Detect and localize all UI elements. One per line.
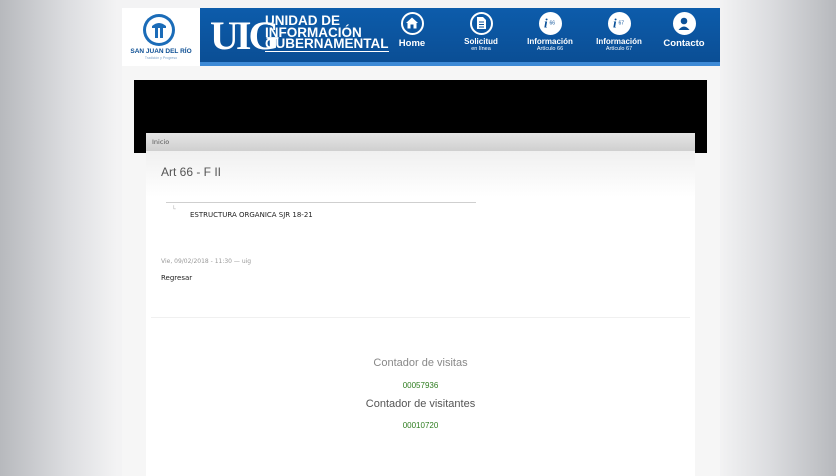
svg-text:i: i — [544, 16, 548, 31]
municipality-logo[interactable]: SAN JUAN DEL RÍO Tradición y Progreso — [122, 8, 200, 66]
document-icon — [469, 12, 493, 35]
content-card: Inicio Art 66 - F II └ ESTRUCTURA ORGANI… — [146, 133, 695, 476]
breadcrumb: Inicio — [146, 133, 695, 151]
info-67-icon: i 67 — [607, 12, 631, 35]
visits-counter-value: 00057936 — [402, 381, 439, 390]
nav-solicitud-label: Solicitud — [464, 37, 498, 46]
info-66-icon: i 66 — [538, 12, 562, 35]
nav-home[interactable]: Home — [381, 12, 443, 64]
nav-info-67-label: Información — [596, 37, 642, 46]
nav-solicitud-sub: en línea — [471, 46, 491, 52]
page-container: SAN JUAN DEL RÍO Tradición y Progreso UI… — [122, 8, 720, 476]
svg-text:i: i — [613, 16, 617, 31]
nav-info-66-sub: Artículo 66 — [536, 46, 564, 52]
back-link[interactable]: Regresar — [161, 274, 192, 282]
visitors-counter-value: 00010720 — [402, 421, 439, 430]
section-divider — [151, 317, 690, 318]
page-title: Art 66 - F II — [161, 165, 222, 179]
nav-solicitud[interactable]: Solicitud en línea — [450, 12, 512, 64]
site-header: SAN JUAN DEL RÍO Tradición y Progreso UI… — [122, 8, 720, 66]
nav-contacto[interactable]: Contacto — [653, 12, 715, 64]
tree-branch-icon: └ — [172, 206, 176, 213]
logo-tagline: Tradición y Progreso — [144, 56, 178, 60]
attachment-link[interactable]: ESTRUCTURA ORGANICA SJR 18-21 — [190, 211, 313, 219]
visits-counter-label: Contador de visitas — [373, 357, 468, 369]
nav-info-66[interactable]: i 66 Información Artículo 66 — [519, 12, 581, 64]
nav-info-67-sub: Artículo 67 — [605, 46, 633, 52]
svg-text:66: 66 — [549, 21, 555, 27]
logo-name: SAN JUAN DEL RÍO — [130, 48, 192, 55]
nav-home-label: Home — [398, 38, 426, 49]
visitors-counter-label: Contador de visitantes — [365, 398, 476, 410]
breadcrumb-home-link[interactable]: Inicio — [152, 138, 169, 146]
uig-title: UNIDAD DE INFORMACIÓN GUBERNAMENTAL — [265, 14, 389, 52]
attachment-divider — [166, 202, 476, 203]
uig-title-line3: GUBERNAMENTAL — [265, 36, 389, 52]
post-meta: Vie, 09/02/2018 - 11:30 — uig — [161, 258, 252, 265]
nav-info-66-label: Información — [527, 37, 573, 46]
title-shade — [146, 151, 695, 197]
svg-text:67: 67 — [618, 21, 624, 27]
nav-info-67[interactable]: i 67 Información Artículo 67 — [588, 12, 650, 64]
person-icon — [672, 12, 696, 35]
nav-contacto-label: Contacto — [663, 38, 705, 49]
logo-emblem-icon — [143, 14, 175, 46]
home-icon — [400, 12, 424, 35]
